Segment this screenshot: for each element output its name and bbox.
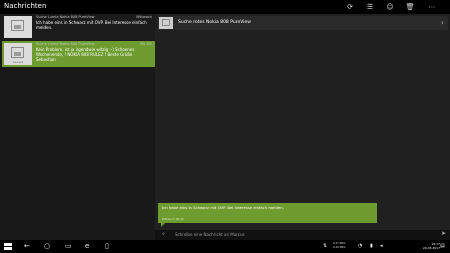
image-placeholder-icon <box>11 47 24 58</box>
battery-icon[interactable]: ▮ <box>370 243 373 249</box>
net-up: 0,29 KB/s <box>333 246 346 249</box>
cortana-icon[interactable]: ○ <box>44 242 50 250</box>
conversation-preview: Ich habe eins in Schwarz mit OVP. Bei In… <box>36 20 147 30</box>
compose-bar: ⌕ Schreibe eine Nachricht an Marcus ➤ <box>155 230 450 240</box>
conversation-name: Suche Lumia Nokia 808 PureView <box>36 42 95 46</box>
refresh-icon[interactable]: ⟳ <box>346 3 354 11</box>
net-down: 0,27 KB/s <box>333 242 346 245</box>
message-bubble: Ich habe eins in Schwarz mit OVP. Bei In… <box>158 203 377 227</box>
chevron-right-icon[interactable]: › <box>441 18 444 27</box>
contact-icon[interactable]: ☺ <box>386 3 394 11</box>
wifi-icon[interactable]: ◔ <box>358 243 362 249</box>
select-list-icon[interactable]: ☰ <box>366 3 374 11</box>
network-icon[interactable]: ⇅ <box>323 243 327 249</box>
title-bar: Nachrichten ⟳ ☰ ☺ 🗑 ⋯ <box>0 0 450 14</box>
thread-thumbnail <box>159 17 173 29</box>
conversation-item[interactable]: Suche Lumia Nokia 808 PureView Mittwoch … <box>2 14 155 40</box>
conversation-thumbnail: Nokia 808 <box>4 43 32 65</box>
thumbnail-caption: Nokia 808 <box>12 62 24 64</box>
image-placeholder-icon <box>11 20 24 31</box>
notifications-icon[interactable]: ▤ <box>440 243 445 249</box>
taskbar: ← ○ ▭ e ▯ ⇅ 0,27 KB/s 0,29 KB/s ◔ ▮ ◂ 19… <box>0 240 450 253</box>
message-text: Ich habe eins in Schwarz mit OVP. Bei In… <box>162 205 284 210</box>
attachment-icon[interactable]: ⌕ <box>162 231 165 237</box>
more-icon[interactable]: ⋯ <box>428 3 436 11</box>
message-time: Mittwoch 09:46 <box>162 217 184 221</box>
message-input[interactable]: Schreibe eine Nachricht an Marcus <box>175 232 245 237</box>
clock-date: 20.03.2017 <box>422 246 440 250</box>
windows-start-icon[interactable] <box>4 243 12 250</box>
conversation-time: Mittwoch <box>136 15 152 19</box>
conversation-name: Suche Lumia Nokia 808 PureView <box>36 15 95 19</box>
app-title: Nachrichten <box>4 2 47 10</box>
message-thread: Suche rotes Nokia 808 PureView › Ich hab… <box>155 14 450 240</box>
phone-icon[interactable]: ▯ <box>105 242 109 250</box>
taskbar-clock[interactable]: 19:17 20.03.2017 <box>423 242 440 250</box>
conversation-item-selected[interactable]: Nokia 808 Suche Lumia Nokia 808 PureView… <box>2 41 155 67</box>
back-icon[interactable]: ← <box>24 242 30 250</box>
edge-icon[interactable]: e <box>85 242 89 250</box>
conversation-preview: Kein Problem, ist ja irgendwie witzig :-… <box>36 47 135 62</box>
volume-icon[interactable]: ◂ <box>380 243 383 249</box>
send-icon[interactable]: ➤ <box>441 230 446 237</box>
conversation-thumbnail <box>4 16 32 38</box>
conversation-time: Mo 20: <box>140 42 152 46</box>
task-view-icon[interactable]: ▭ <box>65 242 72 250</box>
delete-icon[interactable]: 🗑 <box>406 3 415 11</box>
conversation-list: Suche Lumia Nokia 808 PureView Mittwoch … <box>0 14 155 240</box>
image-placeholder-icon <box>162 19 170 26</box>
thread-title: Suche rotes Nokia 808 PureView <box>178 20 251 25</box>
thread-header[interactable]: Suche rotes Nokia 808 PureView › <box>158 16 448 30</box>
